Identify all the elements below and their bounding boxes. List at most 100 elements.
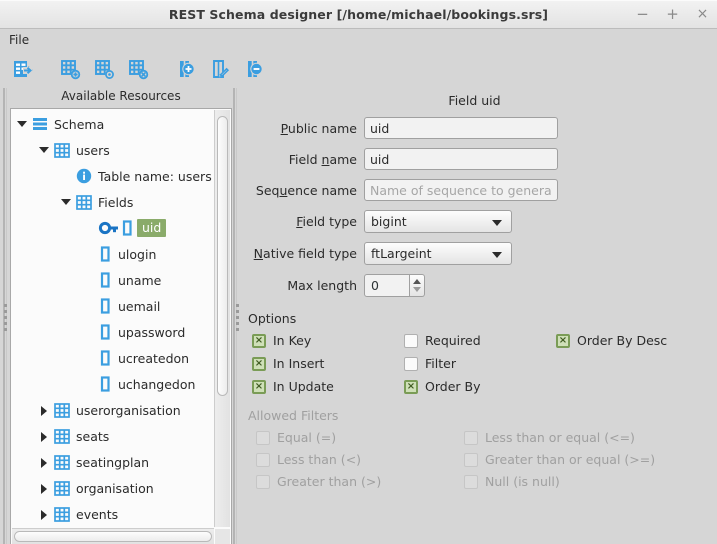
checkbox-label: Required [425, 333, 481, 348]
chevron-down-icon[interactable] [37, 142, 53, 158]
table-icon [75, 193, 93, 211]
checkbox-spacer [556, 379, 717, 394]
window-title: REST Schema designer [/home/michael/book… [168, 7, 549, 22]
checkbox-order-by[interactable]: × Order By [404, 379, 556, 394]
table-icon [53, 505, 71, 523]
chevron-right-icon[interactable] [37, 454, 53, 470]
tree-vscroll-thumb[interactable] [217, 116, 228, 396]
tree-horizontal-scrollbar[interactable] [12, 528, 214, 544]
delete-field-button[interactable] [241, 55, 267, 83]
tree-item[interactable]: ulogin [11, 241, 214, 267]
options-heading: Options [248, 311, 297, 326]
checkbox-label: Greater than or equal (>=) [485, 452, 656, 467]
minimize-button[interactable]: − [634, 6, 651, 23]
delete-resource-button[interactable] [125, 55, 151, 83]
tree-item[interactable]: Fields [11, 189, 214, 215]
checkbox-mark-glyph: × [254, 380, 264, 392]
checkbox-checked-icon: × [556, 333, 570, 348]
tree-item[interactable]: userorganisation [11, 397, 214, 423]
checkbox-label: Order By [425, 379, 481, 394]
sequence-name-label: Sequence name [255, 182, 357, 198]
tree-item[interactable]: organisation [11, 475, 214, 501]
field-name-label: Field name [288, 151, 357, 167]
tree-item[interactable]: Schema [11, 111, 214, 137]
checkbox-mark-glyph: × [254, 334, 264, 346]
checkbox-unchecked-icon [464, 452, 478, 467]
add-resource-button[interactable] [57, 55, 83, 83]
checkbox-label: Order By Desc [577, 333, 668, 348]
checkbox-greater-than: Greater than (>) [256, 474, 464, 489]
tree-item-label: ulogin [118, 246, 157, 262]
tree-item[interactable]: seatingplan [11, 449, 214, 475]
public-name-input[interactable] [364, 117, 558, 139]
chevron-right-icon[interactable] [37, 428, 53, 444]
field-type-row: Field type bigint [240, 210, 717, 233]
field-type-select[interactable]: bigint [364, 210, 512, 233]
options-checkbox-group: × In Key Required × Order By Desc × In Insert F… [252, 333, 717, 394]
native-field-type-select[interactable]: ftLargeint [364, 242, 512, 265]
chevron-right-icon[interactable] [37, 506, 53, 522]
edit-field-button[interactable] [207, 55, 233, 83]
checkbox-filter[interactable]: Filter [404, 356, 556, 371]
tree-item-label: userorganisation [76, 402, 181, 418]
tree-item[interactable]: uname [11, 267, 214, 293]
max-length-input[interactable]: 0 [364, 274, 410, 297]
tree-item-label: Fields [98, 194, 134, 210]
chevron-down-icon[interactable] [15, 116, 31, 132]
tree-item[interactable]: seats [11, 423, 214, 449]
tree-item[interactable]: events [11, 501, 214, 527]
add-field-button[interactable] [173, 55, 199, 83]
checkbox-in-insert[interactable]: × In Insert [252, 356, 404, 371]
tree-item-label: organisation [76, 480, 154, 496]
sequence-name-input[interactable] [364, 179, 558, 201]
checkbox-order-by-desc[interactable]: × Order By Desc [556, 333, 717, 348]
max-length-stepper[interactable] [410, 274, 425, 297]
field-type-value: bigint [371, 214, 407, 229]
chevron-down-icon [492, 252, 502, 258]
stepper-up-icon[interactable] [413, 279, 421, 284]
menu-item-file[interactable]: File [7, 31, 35, 49]
native-field-type-row: Native field type ftLargeint [240, 242, 717, 265]
left-splitter[interactable] [0, 88, 10, 544]
checkbox-checked-icon: × [252, 333, 266, 348]
tree-item-label: uchangedon [118, 376, 196, 392]
stepper-down-icon[interactable] [413, 287, 421, 292]
field-editor-title: Field uid [448, 93, 501, 108]
checkbox-equal: Equal (=) [256, 430, 464, 445]
menu-bar: File [0, 29, 717, 50]
tree-item[interactable]: uchangedon [11, 371, 214, 397]
chevron-right-icon[interactable] [37, 402, 53, 418]
checkbox-required[interactable]: Required [404, 333, 556, 348]
tree-hscroll-thumb[interactable] [14, 531, 212, 542]
field-name-input[interactable] [364, 148, 558, 170]
table-icon [53, 453, 71, 471]
close-button[interactable]: × [694, 6, 711, 23]
app-window: REST Schema designer [/home/michael/book… [0, 0, 717, 544]
chevron-down-icon[interactable] [59, 194, 75, 210]
checkbox-label: Less than or equal (<=) [485, 430, 635, 445]
checkbox-mark-glyph: × [558, 334, 568, 346]
key-field-icon [97, 219, 139, 237]
field-icon [97, 349, 113, 367]
checkbox-in-update[interactable]: × In Update [252, 379, 404, 394]
tree-vertical-scrollbar[interactable] [214, 110, 230, 527]
new-schema-button[interactable] [9, 55, 35, 83]
tree-item-label: uname [118, 272, 162, 288]
checkbox-in-key[interactable]: × In Key [252, 333, 404, 348]
chevron-right-icon[interactable] [37, 480, 53, 496]
tree-item[interactable]: Table name: users [11, 163, 214, 189]
edit-resource-button[interactable] [91, 55, 117, 83]
tree-item[interactable]: uemail [11, 293, 214, 319]
tree-item-label: seats [76, 428, 110, 444]
tree-item[interactable]: upassword [11, 319, 214, 345]
tree-item[interactable]: ucreatedon [11, 345, 214, 371]
maximize-button[interactable]: + [664, 6, 681, 23]
tree-item[interactable]: uid [11, 215, 214, 241]
field-type-label: Field type [296, 214, 357, 229]
field-icon [97, 271, 113, 289]
delete-field-icon [248, 61, 263, 77]
tree-item[interactable]: users [11, 137, 214, 163]
